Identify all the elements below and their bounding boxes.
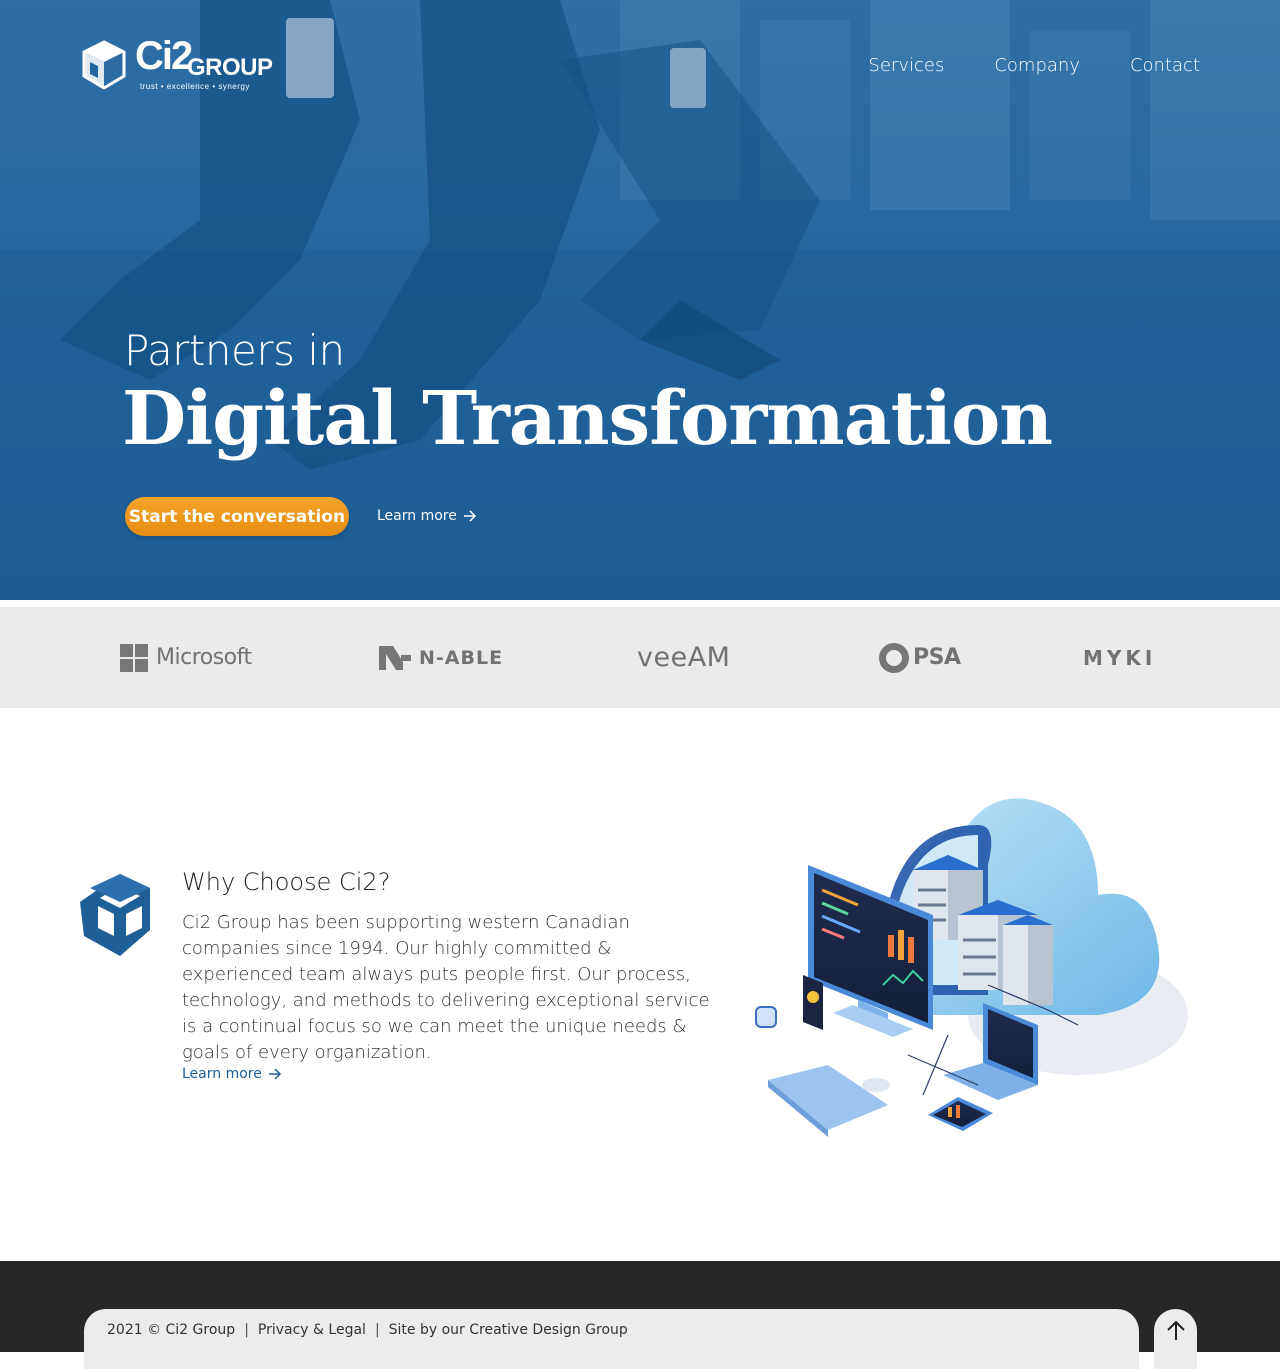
hero-learn-more-link[interactable]: Learn more	[377, 508, 477, 524]
footer: 2021 © Ci2 Group | Privacy & Legal | Sit…	[0, 1261, 1280, 1369]
partner-name: Microsoft	[156, 645, 252, 670]
footer-separator: |	[374, 1322, 380, 1338]
ci2-group-logo[interactable]: Ci2 GROUP trust • excellence • synergy	[80, 34, 273, 94]
hero-title: Digital Transformation	[122, 376, 1053, 462]
footer-copyright: 2021 © Ci2 Group	[107, 1322, 236, 1338]
cube-icon	[80, 874, 150, 956]
partner-psa: PSA	[879, 607, 961, 708]
arrow-up-icon	[1166, 1320, 1185, 1340]
nav-contact[interactable]: Contact	[1130, 55, 1200, 76]
start-conversation-button[interactable]: Start the conversation	[125, 497, 349, 536]
main-nav: Services Company Contact	[868, 55, 1200, 76]
n-able-mark-icon	[379, 645, 411, 670]
nav-services[interactable]: Services	[868, 55, 944, 76]
hero-section: Ci2 GROUP trust • excellence • synergy S…	[0, 0, 1280, 600]
logo-brand: Ci2	[135, 34, 193, 78]
why-learn-more-label: Learn more	[182, 1066, 262, 1082]
partner-microsoft: Microsoft	[120, 607, 252, 708]
partners-strip: Microsoft N-ABLE veeAM PSA MYKI	[0, 607, 1280, 708]
hero-learn-more-label: Learn more	[377, 508, 457, 524]
partner-name: veeAM	[637, 642, 731, 673]
site-credit-link[interactable]: Site by our Creative Design Group	[389, 1322, 628, 1338]
partner-name: N-ABLE	[419, 646, 504, 669]
windows-grid-icon	[120, 643, 148, 672]
psa-ring-icon	[879, 642, 909, 673]
partner-veeam: veeAM	[637, 607, 730, 708]
arrow-right-icon	[463, 510, 476, 522]
why-learn-more-link[interactable]: Learn more	[182, 1066, 282, 1082]
logo-group: GROUP	[187, 54, 273, 81]
hero-subtitle: Partners in	[124, 326, 345, 375]
nav-company[interactable]: Company	[994, 55, 1080, 76]
footer-bar: 2021 © Ci2 Group | Privacy & Legal | Sit…	[84, 1309, 1139, 1369]
partner-name: PSA	[913, 645, 961, 670]
cloud-datacenter-illustration	[755, 798, 1188, 1137]
why-body: Ci2 Group has been supporting western Ca…	[182, 912, 710, 1063]
back-to-top-button[interactable]	[1154, 1309, 1197, 1369]
arrow-right-icon	[268, 1068, 281, 1080]
why-title: Why Choose Ci2?	[182, 868, 391, 896]
partner-myki: MYKI	[1083, 607, 1156, 708]
privacy-legal-link[interactable]: Privacy & Legal	[258, 1322, 366, 1338]
cube-logo-icon	[82, 40, 126, 90]
partner-name: MYKI	[1083, 645, 1157, 670]
partner-n-able: N-ABLE	[379, 607, 503, 708]
logo-tagline: trust • excellence • synergy	[140, 82, 250, 91]
footer-separator: |	[244, 1322, 249, 1338]
